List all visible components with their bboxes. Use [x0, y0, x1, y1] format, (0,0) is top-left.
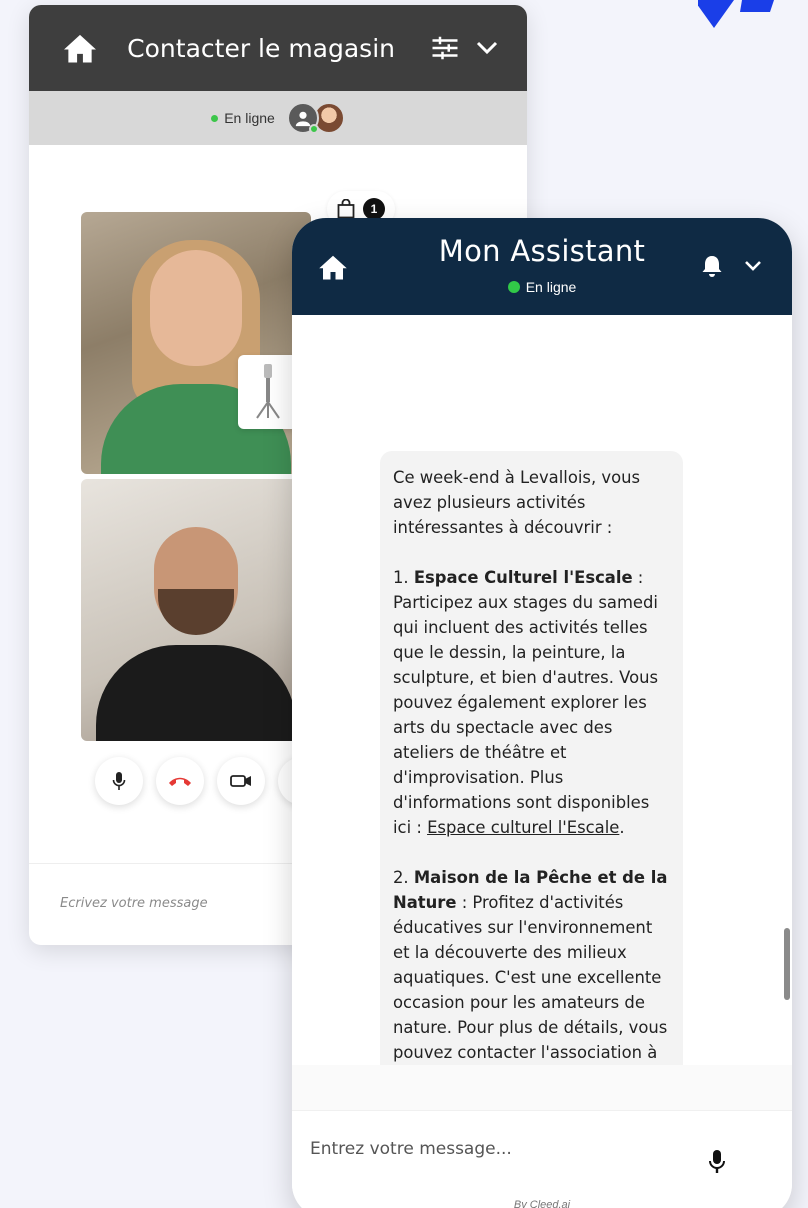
message-intro: Ce week-end à Levallois, vous avez plusi…: [393, 468, 641, 537]
microphone-button[interactable]: [95, 757, 143, 805]
online-dot: [211, 114, 219, 122]
item-1-title: Espace Culturel l'Escale: [413, 568, 633, 587]
assistant-message-bubble: Ce week-end à Levallois, vous avez plusi…: [380, 451, 683, 1065]
store-message-input[interactable]: [60, 896, 260, 911]
assistant-status-text: En ligne: [525, 279, 577, 295]
chevron-down-icon[interactable]: [469, 30, 505, 66]
cart-count-badge: 1: [363, 198, 385, 220]
camera-button[interactable]: [217, 757, 265, 805]
home-icon[interactable]: [61, 29, 99, 67]
microphone-icon: [112, 772, 126, 790]
powered-by-footer: By Cleed.ai: [513, 1199, 571, 1208]
message-list[interactable]: Ce week-end à Levallois, vous avez plusi…: [292, 315, 792, 1065]
bell-icon[interactable]: [696, 250, 728, 282]
brand-logo: [698, 0, 808, 32]
microphone-icon[interactable]: [702, 1145, 732, 1179]
message-fade: [292, 1065, 792, 1110]
chevron-down-icon[interactable]: [738, 250, 768, 282]
assistant-chat-widget: Mon Assistant En ligne Ce week-end à Lev…: [292, 218, 792, 1208]
phone-hangup-icon: [169, 777, 191, 786]
store-header: Contacter le magasin: [29, 5, 527, 91]
assistant-header: Mon Assistant En ligne: [292, 218, 792, 315]
assistant-input-area: By Cleed.ai: [292, 1110, 792, 1208]
video-feed-customer: [81, 479, 311, 741]
video-camera-icon: [230, 775, 251, 787]
product-thumbnail[interactable]: [238, 355, 298, 429]
filter-settings-icon[interactable]: [427, 30, 463, 66]
message-item-1: 1. Espace Culturel l'Escale : Participez…: [393, 568, 659, 837]
espace-culturel-link[interactable]: Espace culturel l'Escale: [427, 818, 619, 837]
store-status-bar: En ligne: [29, 91, 527, 145]
hang-up-button[interactable]: [156, 757, 204, 805]
message-item-2: 2. Maison de la Pêche et de la Nature : …: [393, 868, 668, 1062]
shopping-bag-icon: [337, 199, 355, 219]
video-feed-agent: [81, 212, 311, 474]
store-title: Contacter le magasin: [127, 33, 395, 63]
store-status-text: En ligne: [224, 110, 275, 126]
agent-avatars: [286, 102, 345, 134]
assistant-message-input[interactable]: [310, 1139, 670, 1159]
user-avatar-icon: [286, 102, 319, 134]
online-dot: [507, 281, 520, 293]
scrollbar-thumb[interactable]: [784, 928, 790, 1000]
